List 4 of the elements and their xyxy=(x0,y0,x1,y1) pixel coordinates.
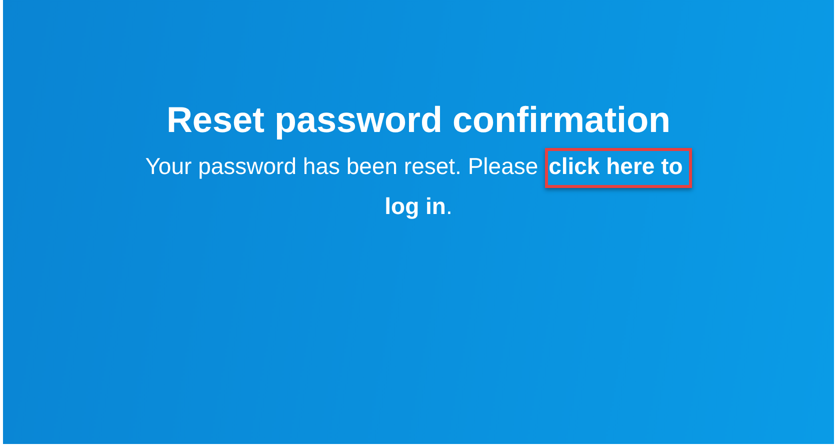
login-link[interactable]: click here to xyxy=(544,148,692,188)
confirmation-message: Your password has been reset. Please click here to log in. xyxy=(145,146,692,226)
login-link[interactable]: log in xyxy=(384,193,446,219)
page-title: Reset password confirmation xyxy=(166,98,671,142)
